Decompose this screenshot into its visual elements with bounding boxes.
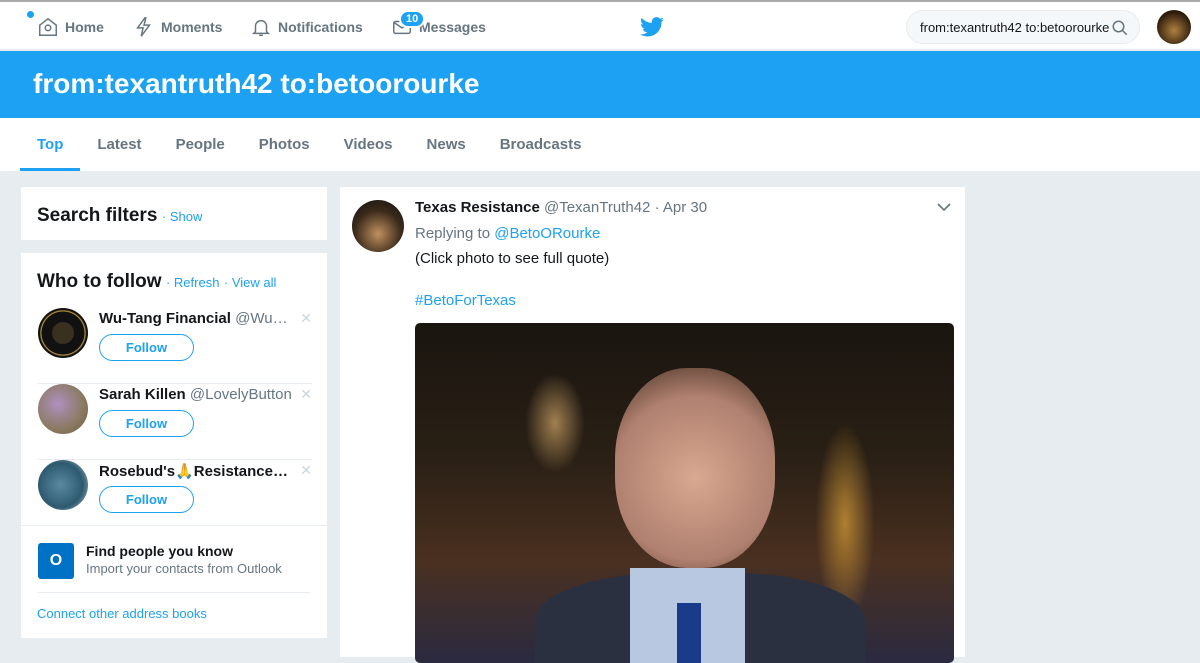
follow-button[interactable]: Follow — [99, 486, 194, 513]
search-value: from:texantruth42 to:betoorourke — [920, 20, 1110, 35]
new-content-dot — [27, 11, 34, 18]
dismiss-icon[interactable]: ✕ — [300, 386, 312, 403]
dismiss-icon[interactable]: ✕ — [300, 462, 312, 479]
follow-suggestion: Sarah Killen @LovelyButton ✕ Follow — [38, 384, 312, 460]
search-banner: from:texantruth42 to:betoorourke — [0, 51, 1200, 118]
user-avatar[interactable] — [1157, 10, 1191, 44]
replying-to-link[interactable]: @BetoORourke — [494, 225, 600, 242]
search-input[interactable]: from:texantruth42 to:betoorourke — [906, 10, 1140, 44]
show-filters-link[interactable]: Show — [170, 209, 203, 224]
follow-button[interactable]: Follow — [99, 334, 194, 361]
avatar[interactable] — [38, 308, 88, 358]
avatar[interactable] — [38, 460, 88, 510]
outlook-icon: O — [38, 543, 74, 579]
home-icon — [39, 17, 57, 36]
follow-suggestion: Wu-Tang Financial @Wu… ✕ Follow — [38, 308, 312, 384]
messages-badge: 10 — [399, 10, 426, 28]
avatar[interactable] — [38, 384, 88, 434]
lightning-icon — [136, 17, 151, 37]
hashtag-link[interactable]: #BetoForTexas — [415, 292, 516, 309]
top-nav-bar: Home Moments Notifications Messages 10 f… — [0, 0, 1200, 50]
nav-moments[interactable]: Moments — [133, 16, 222, 38]
tab-broadcasts[interactable]: Broadcasts — [483, 118, 599, 171]
tab-people[interactable]: People — [159, 118, 242, 171]
search-filters-card: Search filters · Show — [21, 187, 327, 240]
page-title: from:texantruth42 to:betoorourke — [33, 68, 480, 99]
who-to-follow-card: Who to follow · Refresh · View all Wu-Ta… — [21, 253, 327, 638]
nav-messages-label: Messages — [419, 19, 486, 35]
nav-moments-label: Moments — [161, 19, 223, 35]
tweet-date[interactable]: · Apr 30 — [655, 199, 708, 216]
user-name[interactable]: Sarah Killen @LovelyButton — [99, 386, 294, 403]
dismiss-icon[interactable]: ✕ — [300, 310, 312, 327]
user-name[interactable]: Rosebud's🙏Resistance… — [99, 462, 294, 480]
twitter-bird-icon[interactable] — [640, 16, 664, 38]
search-filters-title: Search filters — [37, 205, 158, 226]
replying-label: Replying to — [415, 225, 491, 242]
nav-home[interactable]: Home — [37, 16, 104, 38]
chevron-down-icon[interactable] — [937, 202, 951, 212]
tweet-text: (Click photo to see full quote) — [415, 250, 610, 267]
tab-latest[interactable]: Latest — [80, 118, 158, 171]
nav-home-label: Home — [65, 19, 104, 35]
tab-photos[interactable]: Photos — [242, 118, 327, 171]
nav-notifications[interactable]: Notifications — [250, 16, 363, 38]
tweet-author-handle[interactable]: @TexanTruth42 — [544, 199, 650, 216]
find-people-title[interactable]: Find people you know — [86, 543, 233, 559]
search-tabs: Top Latest People Photos Videos News Bro… — [0, 118, 1200, 171]
find-people-subtitle: Import your contacts from Outlook — [86, 561, 282, 576]
follow-button[interactable]: Follow — [99, 410, 194, 437]
connect-address-books-link[interactable]: Connect other address books — [37, 606, 207, 621]
tweet-author-name[interactable]: Texas Resistance — [415, 199, 540, 216]
refresh-link[interactable]: Refresh — [174, 275, 220, 290]
tab-news[interactable]: News — [410, 118, 483, 171]
user-name[interactable]: Wu-Tang Financial @Wu… — [99, 310, 294, 327]
bell-icon — [251, 19, 271, 36]
nav-notifications-label: Notifications — [278, 19, 363, 35]
avatar[interactable] — [352, 200, 404, 252]
view-all-link[interactable]: View all — [232, 275, 277, 290]
tweet-photo[interactable] — [415, 323, 954, 663]
search-icon[interactable] — [1111, 19, 1129, 37]
tweet[interactable]: Texas Resistance @TexanTruth42 · Apr 30 … — [340, 187, 965, 663]
tab-top[interactable]: Top — [20, 118, 81, 171]
tab-videos[interactable]: Videos — [327, 118, 410, 171]
who-to-follow-title: Who to follow — [37, 271, 162, 292]
